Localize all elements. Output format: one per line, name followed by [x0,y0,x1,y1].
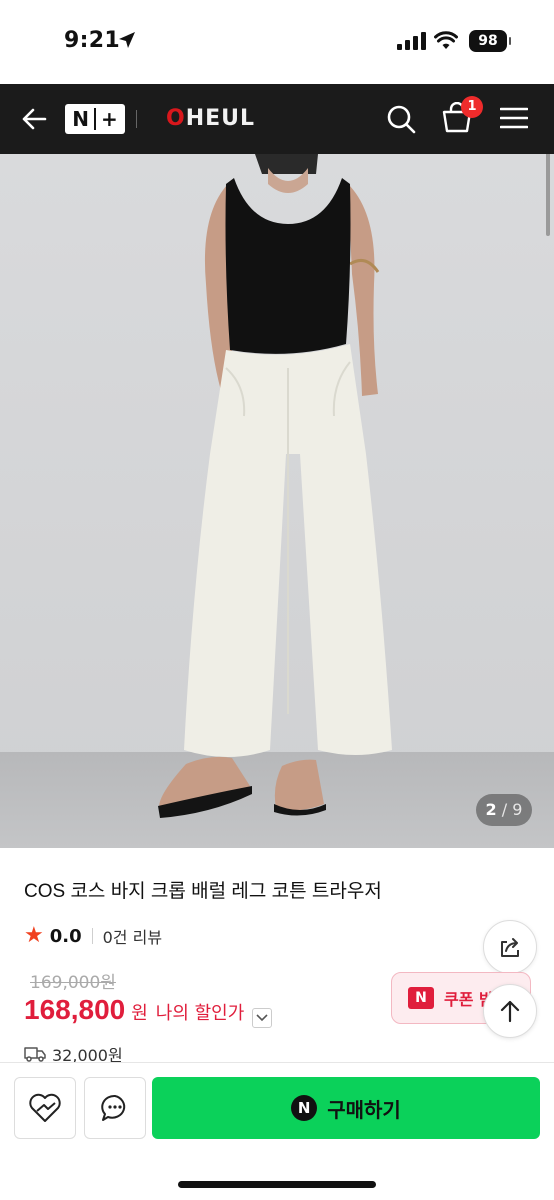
coupon-n-badge: N [408,987,434,1009]
share-icon [501,938,519,957]
share-button[interactable] [483,920,537,974]
hamburger-menu-icon[interactable] [500,106,528,130]
signal-icon [397,32,426,50]
price-row: 168,800 원 나의 할인가 [24,994,273,1028]
nplus-logo[interactable]: N + [65,104,125,134]
app-header: N + OHEUL 1 [0,84,554,154]
discount-toggle[interactable] [252,1008,273,1028]
rating-score: 0.0 [49,925,82,947]
scroll-indicator [546,154,550,236]
price-unit: 원 [131,1003,148,1024]
buy-n-badge: N [291,1095,318,1121]
heart-icon [29,1093,61,1122]
original-price: 169,000원 [30,973,116,993]
header-divider [136,110,137,128]
truck-icon [24,1047,46,1062]
like-button[interactable] [14,1077,76,1139]
wifi-icon [434,31,458,49]
review-count[interactable]: 0건 리뷰 [103,924,162,948]
scroll-top-button[interactable] [483,984,537,1038]
status-time: 9:21 [64,28,120,53]
my-discount-label[interactable]: 나의 할인가 [156,999,245,1025]
chat-icon [101,1094,126,1121]
cart-count-badge: 1 [461,96,483,118]
brand-logo[interactable]: OHEUL [166,106,255,131]
status-bar: 9:21 98 [0,0,554,84]
back-arrow-icon[interactable] [20,105,48,133]
product-title: COS 코스 바지 크롭 배럴 레그 코튼 트라우저 [24,881,382,902]
chat-button[interactable] [84,1077,146,1139]
rating-row[interactable]: ★ 0.0 0건 리뷰 [24,924,162,948]
rating-divider [91,928,93,944]
buy-button[interactable]: N 구매하기 [152,1077,540,1139]
buy-label: 구매하기 [327,1097,401,1122]
product-photo [158,154,392,818]
location-arrow-icon [119,32,135,48]
sale-price: 168,800 [24,994,126,1025]
scroll-top-arrow-icon [500,1000,520,1023]
nplus-n: N [72,107,89,131]
star-icon: ★ [24,923,44,948]
battery-indicator: 98 [469,30,511,52]
home-indicator [178,1181,376,1188]
chevron-down-icon [256,1014,268,1022]
search-icon[interactable] [386,104,416,134]
image-page-counter: 2 / 9 [476,794,532,826]
nplus-plus: + [100,107,118,131]
product-image-carousel[interactable]: 2 / 9 [0,154,554,848]
bottom-action-bar: N 구매하기 [0,1062,554,1200]
